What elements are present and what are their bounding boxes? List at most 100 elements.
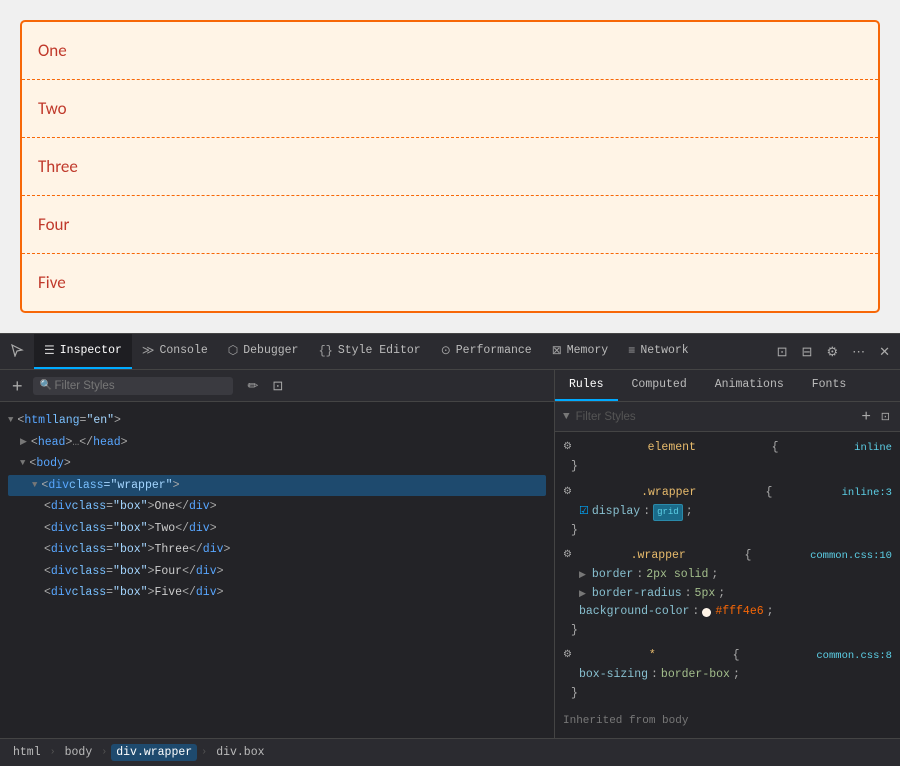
rules-filter-bar: ▼ + ⊡ [555,402,900,432]
html-panel: + 🔍 ✏ ⊡ ▼<html lang="en">▶<head>…</head>… [0,370,555,738]
rule-selector: ⚙ .wrapper {common.css:10 [563,546,892,566]
rules-panel: RulesComputedAnimationsFonts ▼ + ⊡ ⚙ ele… [555,370,900,738]
gear-icon[interactable]: ⚙ [563,648,572,664]
performance-icon: ⊙ [441,343,451,358]
rule-property: ▶border: 2px solid; [563,566,892,584]
rules-tab-computed[interactable]: Computed [618,370,701,401]
rule-close-brace: } [563,522,892,540]
settings-btn[interactable]: ⚙ [820,340,844,364]
box-item: Four [22,196,878,254]
rules-tab-fonts[interactable]: Fonts [798,370,861,401]
inspector-icon: ☰ [44,343,55,358]
rule-source[interactable]: common.css:8 [816,648,892,665]
rule-close-brace: } [563,458,892,476]
tab-label-console: Console [159,344,207,357]
rule-block: ⚙ .wrapper {inline:3☑ display: grid;} [555,481,900,544]
grid-badge[interactable]: grid [653,504,683,520]
tab-debugger[interactable]: ⬡Debugger [218,334,309,369]
tab-label-memory: Memory [567,344,608,357]
rule-source[interactable]: inline:3 [842,485,892,502]
overflow-btn[interactable]: ⋯ [846,340,871,364]
tab-label-style-editor: Style Editor [338,344,421,357]
tab-network[interactable]: ≡Network [618,334,699,369]
html-line[interactable]: <div class="box">Three</div> [8,539,546,561]
collapse-arrow[interactable]: ▶ [20,435,27,450]
rule-source[interactable]: common.css:10 [810,548,892,565]
add-node-btn[interactable]: + [8,377,27,395]
add-rule-btn[interactable]: + [859,408,872,426]
edit-html-btn[interactable]: ✏ [243,376,264,396]
html-line[interactable]: <div class="box">Four</div> [8,561,546,583]
html-line[interactable]: <div class="box">Two</div> [8,518,546,540]
collapse-arrow[interactable]: ▼ [32,478,37,493]
rule-property: ▶border-radius: 5px; [563,585,892,603]
memory-icon: ⊠ [552,343,562,358]
rule-block: ⚙ .wrapper {common.css:10▶border: 2px so… [555,544,900,644]
box-item: Three [22,138,878,196]
tab-console[interactable]: ≫ Console [132,334,218,369]
html-line[interactable]: ▼<html lang="en"> [8,410,546,432]
html-line[interactable]: ▶<head>…</head> [8,432,546,454]
html-line[interactable]: ▼<body> [8,453,546,475]
html-content: ▼<html lang="en">▶<head>…</head>▼<body>▼… [0,402,554,738]
expand-arrow[interactable]: ▶ [579,568,586,582]
rules-tab-animations[interactable]: Animations [701,370,798,401]
rules-content: ⚙ element {inline}⚙ .wrapper {inline:3☑ … [555,432,900,738]
collapse-arrow[interactable]: ▼ [20,456,25,471]
tab-label-inspector: Inspector [60,344,122,357]
box-item: Two [22,80,878,138]
html-search-bar: + 🔍 ✏ ⊡ [0,370,554,402]
rule-block: ⚙ * {common.css:8box-sizing: border-box;… [555,644,900,707]
html-line[interactable]: ▼<div class="wrapper"> [8,475,546,497]
rule-block: ⚙ element {inline} [555,436,900,481]
tab-label-performance: Performance [456,344,532,357]
gear-icon[interactable]: ⚙ [563,440,572,456]
box-item: One [22,22,878,80]
prop-checkbox[interactable]: ☑ [579,504,589,522]
close-btn[interactable]: ✕ [873,340,896,364]
breadcrumb-bar: html›body›div.wrapper›div.box [0,738,900,766]
color-swatch[interactable] [702,608,711,617]
rules-tab-rules[interactable]: Rules [555,370,618,401]
responsive-btn[interactable]: ⊡ [771,340,794,364]
copy-rule-btn[interactable]: ⊡ [879,410,892,423]
devtools-panel: ☰ Inspector ≫ Console ⬡Debugger{}Style Edito… [0,333,900,766]
split-btn[interactable]: ⊟ [796,340,819,364]
rule-selector: ⚙ element {inline [563,438,892,458]
gear-icon[interactable]: ⚙ [563,548,572,564]
search-icon: 🔍 [40,380,52,392]
expand-btn[interactable]: ⊡ [267,376,288,396]
expand-arrow[interactable]: ▶ [579,587,586,601]
rule-selector: ⚙ .wrapper {inline:3 [563,483,892,503]
html-actions: ✏ ⊡ [243,376,289,396]
preview-area: OneTwoThreeFourFive [0,0,900,333]
gear-icon[interactable]: ⚙ [563,485,572,501]
html-line[interactable] [8,608,546,610]
tab-list: ☰ Inspector ≫ Console ⬡Debugger{}Style Edito… [34,334,699,369]
rule-property: ☑ display: grid; [563,503,892,521]
rule-source[interactable]: inline [854,440,892,457]
rules-filter-input[interactable] [576,411,854,423]
rule-close-brace: } [563,622,892,640]
wrapper-demo: OneTwoThreeFourFive [20,20,880,313]
collapse-arrow[interactable]: ▼ [8,413,13,428]
rule-selector: ⚙ * {common.css:8 [563,646,892,666]
tab-performance[interactable]: ⊙ Performance [431,334,542,369]
console-icon: ≫ [142,343,155,358]
rule-close-brace: } [563,685,892,703]
box-item: Five [22,254,878,311]
html-search-input[interactable] [33,377,233,395]
toolbar-left [4,339,30,364]
tab-inspector[interactable]: ☰ Inspector [34,334,132,369]
devtools-toolbar: ☰ Inspector ≫ Console ⬡Debugger{}Style Edito… [0,334,900,370]
tab-label-network: Network [640,344,688,357]
toolbar-right: ⊡ ⊟ ⚙ ⋯ ✕ [771,340,896,364]
tab-memory[interactable]: ⊠ Memory [542,334,618,369]
devtools-main: + 🔍 ✏ ⊡ ▼<html lang="en">▶<head>…</head>… [0,370,900,738]
html-line[interactable]: <div class="box">Five</div> [8,582,546,604]
rule-property: background-color: #fff4e6; [563,603,892,621]
pick-element-btn[interactable] [4,339,30,364]
html-line[interactable]: <div class="box">One</div> [8,496,546,518]
filter-icon: ▼ [563,411,570,423]
tab-style-editor[interactable]: {}Style Editor [308,334,430,369]
